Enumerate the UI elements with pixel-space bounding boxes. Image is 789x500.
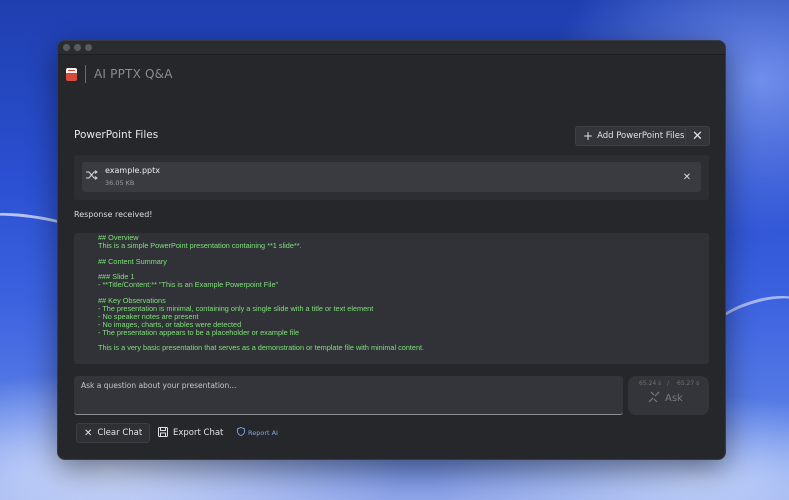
file-name: example.pptx [105,166,161,175]
file-size: 36.05 KB [105,179,135,187]
remove-file-button[interactable]: ✕ [680,170,694,184]
report-ai-link[interactable]: Report AI [237,427,278,438]
plus-icon: + [583,129,594,143]
files-section-title: PowerPoint Files [74,129,159,141]
response-output[interactable]: ## Overview This is a simple PowerPoint … [74,233,709,364]
clear-chat-label: Clear Chat [97,428,143,438]
response-line: This is a very basic presentation that s… [98,343,425,353]
close-window-button[interactable] [63,44,70,51]
ask-label: Ask [665,392,683,404]
report-ai-label: Report AI [248,428,278,437]
question-input[interactable]: Ask a question about your presentation..… [74,376,623,415]
file-item[interactable]: example.pptx 36.05 KB ✕ [82,162,701,192]
header-divider [85,65,86,83]
export-chat-button[interactable]: Export Chat [150,423,231,443]
save-icon [158,426,168,440]
response-line [98,289,709,297]
shield-icon [237,427,245,438]
titlebar [58,41,725,55]
status-message: Response received! [74,210,153,219]
elapsed-timer: 65.24 s [639,380,662,387]
app-title: AI PPTX Q&A [94,67,173,81]
shuffle-icon [86,170,98,183]
response-line: - The presentation appears to be a place… [98,327,300,337]
close-icon: ✕ [84,427,93,439]
close-icon: ✕ [682,171,692,183]
response-line: ## Content Summary [98,256,167,266]
response-line [98,266,709,274]
clear-chat-button[interactable]: ✕ Clear Chat [76,423,151,443]
response-line: - **Title/Content:** "This is an Example… [98,280,279,290]
ask-panel: 65.24 s / 65.27 s Ask [628,376,709,415]
presentation-file-icon [66,67,77,81]
add-files-button[interactable]: + Add PowerPoint Files [575,126,693,146]
response-line [98,250,709,258]
minimize-window-button[interactable] [74,44,81,51]
close-icon: ✕ [692,128,703,144]
response-line: This is a simple PowerPoint presentation… [98,240,302,250]
app-header: AI PPTX Q&A [66,63,173,85]
timer-separator: / [667,380,670,387]
question-placeholder: Ask a question about your presentation..… [81,381,237,390]
close-files-button[interactable]: ✕ [685,126,710,146]
maximize-window-button[interactable] [85,44,92,51]
app-window: AI PPTX Q&A PowerPoint Files + Add Power… [57,40,726,460]
total-timer: 65.27 s [677,380,700,387]
files-list: example.pptx 36.05 KB ✕ [74,155,709,200]
add-files-label: Add PowerPoint Files [597,131,685,141]
ask-button[interactable]: Ask [648,390,683,406]
spinner-icon [648,391,660,406]
export-chat-label: Export Chat [173,428,224,438]
